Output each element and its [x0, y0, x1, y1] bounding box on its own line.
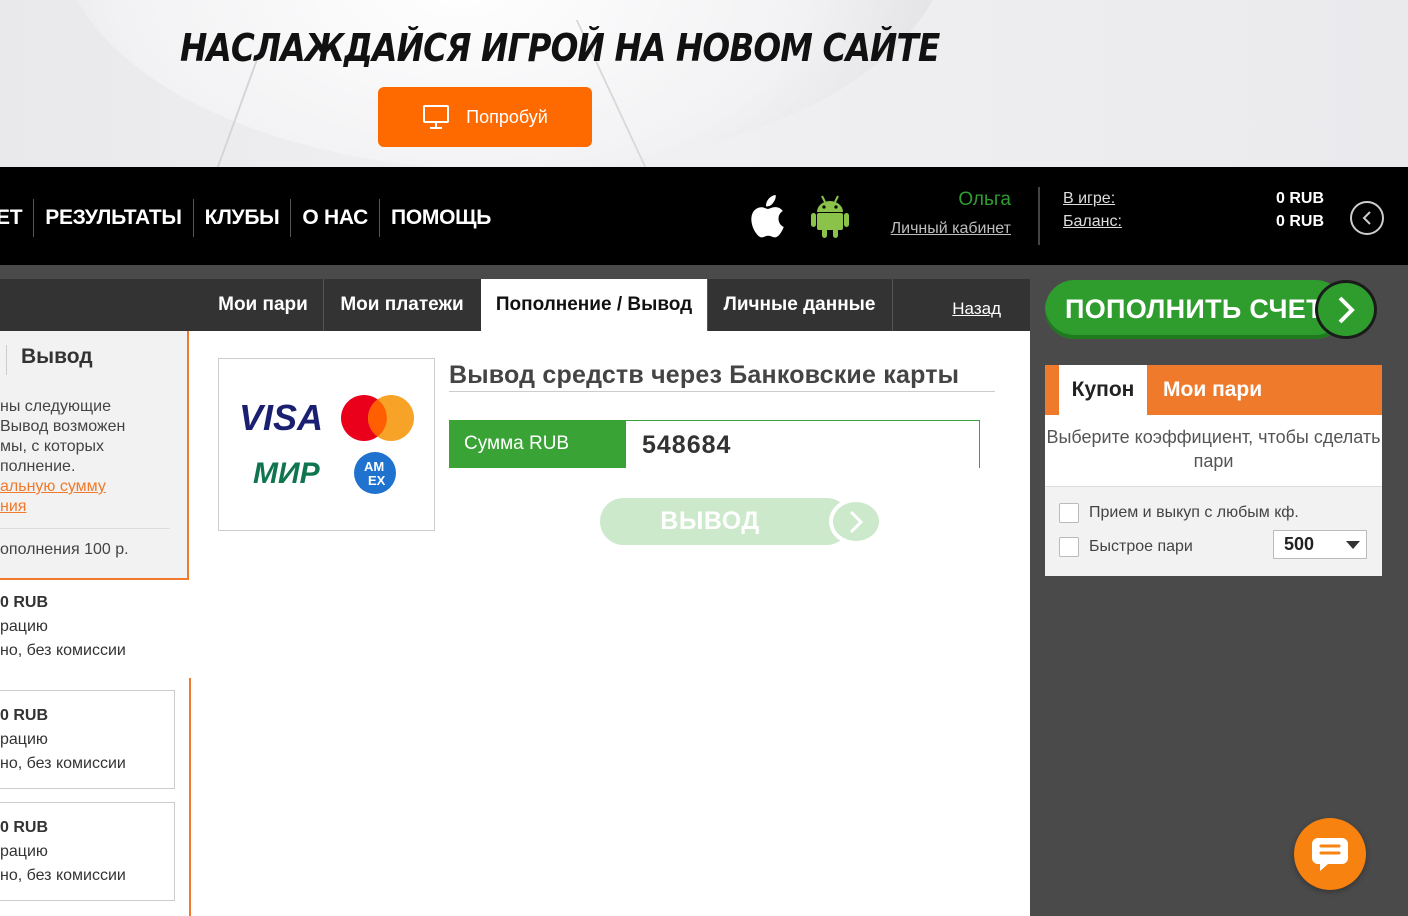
- amount-field: Сумма RUB: [449, 420, 980, 469]
- banner-title: НАСЛАЖДАЙСЯ ИГРОЙ НА НОВОМ САЙТЕ: [180, 26, 940, 70]
- chevron-right-icon: [829, 498, 883, 545]
- method-line: но, без комиссии: [0, 755, 126, 772]
- deposit-button-label: ПОПОЛНИТЬ СЧЕТ: [1045, 280, 1345, 339]
- bank-cards-icon: VISA МИР AM EX: [239, 395, 414, 494]
- coupon-options: Прием и выкуп с любым кф. Быстрое пари 5…: [1045, 486, 1382, 576]
- payment-methods-column: Вывод ны следующие Вывод возможен мы, с …: [0, 331, 191, 916]
- card-logos: VISA МИР AM EX: [218, 358, 435, 531]
- info-link[interactable]: ния: [0, 497, 125, 517]
- withdraw-button-label: ВЫВОД: [600, 498, 850, 545]
- select-value: 500: [1284, 534, 1315, 554]
- visa-logo: VISA: [239, 397, 323, 438]
- main-content: Вывод ны следующие Вывод возможен мы, с …: [0, 331, 1030, 916]
- tab-my-payments[interactable]: Мои платежи: [323, 279, 482, 331]
- withdraw-info-text: ны следующие Вывод возможен мы, с которы…: [0, 397, 125, 517]
- method-amount: 0 RUB: [0, 594, 49, 611]
- chevron-down-icon: [1346, 541, 1360, 549]
- payment-method-card[interactable]: 0 RUB рацию но, без комиссии: [0, 690, 175, 789]
- divider: [1038, 187, 1040, 245]
- in-game-value: 0 RUB: [1275, 190, 1324, 207]
- apple-icon[interactable]: [747, 195, 785, 239]
- method-line: но, без комиссии: [0, 867, 126, 884]
- coupon-panel: Купон Мои пари Выберите коэффициент, что…: [1045, 365, 1382, 576]
- in-game-label[interactable]: В игре:: [1063, 190, 1115, 208]
- method-amount: 0 RUB: [0, 707, 49, 724]
- withdraw-button[interactable]: ВЫВОД: [600, 498, 883, 545]
- main-menu: ЕТ РЕЗУЛЬТАТЫ КЛУБЫ О НАС ПОМОЩЬ: [0, 199, 502, 237]
- tab-separator: [6, 345, 7, 375]
- withdraw-info-panel: Вывод ны следующие Вывод возможен мы, с …: [0, 331, 189, 580]
- checkbox[interactable]: [1059, 503, 1079, 523]
- chat-icon: [1312, 838, 1348, 871]
- balance-value: 0 RUB: [1275, 213, 1324, 230]
- method-line: но, без комиссии: [0, 642, 126, 659]
- amount-input[interactable]: [626, 421, 979, 469]
- method-line: рацию: [0, 843, 48, 860]
- option-label: Быстрое пари: [1089, 538, 1193, 555]
- top-navigation: ЕТ РЕЗУЛЬТАТЫ КЛУБЫ О НАС ПОМОЩЬ Ольга Л…: [0, 167, 1408, 265]
- chevron-left-icon: [1362, 211, 1371, 225]
- promo-banner: НАСЛАЖДАЙСЯ ИГРОЙ НА НОВОМ САЙТЕ Попробу…: [0, 0, 1408, 167]
- info-link[interactable]: альную сумму: [0, 477, 125, 497]
- method-line: рацию: [0, 731, 48, 748]
- amex-logo-bottom: EX: [368, 473, 386, 488]
- personal-cabinet-link[interactable]: Личный кабинет: [891, 220, 1011, 238]
- tab-coupon[interactable]: Купон: [1059, 365, 1147, 415]
- back-link[interactable]: Назад: [952, 299, 1001, 319]
- payment-method-item[interactable]: 0 RUB рацию но, без комиссии: [0, 591, 176, 663]
- deposit-account-button[interactable]: ПОПОЛНИТЬ СЧЕТ: [1045, 280, 1377, 339]
- tab-personal-data[interactable]: Личные данные: [707, 279, 893, 331]
- payment-method-card[interactable]: 0 RUB рацию но, без комиссии: [0, 802, 175, 901]
- try-button[interactable]: Попробуй: [378, 87, 592, 147]
- try-button-label: Попробуй: [466, 106, 548, 127]
- option-label: Прием и выкуп с любым кф.: [1089, 504, 1299, 521]
- info-line: Вывод возможен: [0, 418, 126, 435]
- info-line: мы, с которых: [0, 438, 105, 455]
- checkbox[interactable]: [1059, 537, 1079, 557]
- amex-logo-top: AM: [364, 459, 384, 474]
- collapse-button[interactable]: [1350, 201, 1384, 235]
- nav-item-help[interactable]: ПОМОЩЬ: [380, 199, 502, 237]
- chat-button[interactable]: [1294, 818, 1366, 890]
- nav-item-bet[interactable]: ЕТ: [0, 199, 35, 237]
- payment-method-item: 0 RUB рацию но, без комиссии: [0, 704, 176, 776]
- nav-item-about[interactable]: О НАС: [291, 199, 381, 237]
- payment-method-item: 0 RUB рацию но, без комиссии: [0, 816, 176, 888]
- divider: [189, 678, 191, 916]
- user-name[interactable]: Ольга: [958, 189, 1011, 211]
- nav-item-clubs[interactable]: КЛУБЫ: [194, 199, 292, 237]
- withdraw-tab[interactable]: Вывод: [21, 345, 93, 369]
- monitor-icon: [423, 105, 450, 129]
- divider: [0, 528, 170, 529]
- method-line: рацию: [0, 618, 48, 635]
- coupon-message: Выберите коэффициент, чтобы сделать пари: [1046, 427, 1381, 471]
- balance-label[interactable]: Баланс:: [1063, 213, 1122, 231]
- min-deposit-text: ополнения 100 р.: [0, 541, 129, 558]
- coupon-tabs: Купон Мои пари: [1045, 365, 1382, 415]
- method-amount: 0 RUB: [0, 819, 49, 836]
- tab-coupon-my-bets[interactable]: Мои пари: [1163, 365, 1262, 415]
- info-line: полнение.: [0, 458, 76, 475]
- tab-my-bets[interactable]: Мои пари: [203, 279, 324, 331]
- nav-item-results[interactable]: РЕЗУЛЬТАТЫ: [34, 199, 194, 237]
- withdraw-title: Вывод средств через Банковские карты: [449, 361, 995, 392]
- android-icon[interactable]: [810, 193, 850, 239]
- quick-bet-option[interactable]: Быстрое пари: [1059, 537, 1193, 557]
- quick-bet-amount-select[interactable]: 500: [1273, 530, 1367, 559]
- amount-label: Сумма RUB: [450, 421, 626, 467]
- tab-deposit-withdraw[interactable]: Пополнение / Вывод: [481, 279, 708, 331]
- chevron-right-icon: [1315, 280, 1377, 339]
- info-line: ны следующие: [0, 398, 111, 415]
- accept-any-odds-option[interactable]: Прием и выкуп с любым кф.: [1059, 503, 1299, 523]
- mir-logo: МИР: [253, 457, 321, 490]
- account-tabs: Мои пари Мои платежи Пополнение / Вывод …: [0, 279, 1030, 331]
